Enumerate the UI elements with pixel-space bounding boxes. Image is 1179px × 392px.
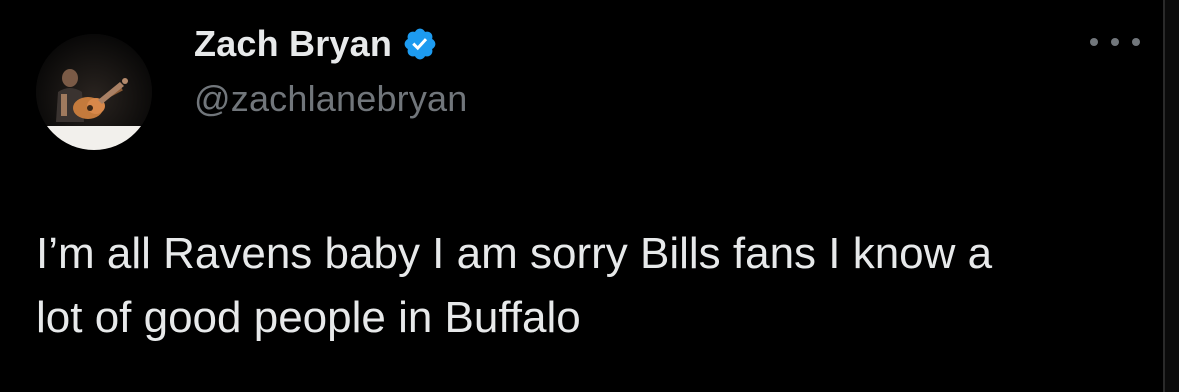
tweet-card: Zach Bryan @zachlanebryan I’m all Ravens…: [0, 0, 1163, 392]
right-edge-divider: [1163, 0, 1179, 392]
tweet-text: I’m all Ravens baby I am sorry Bills fan…: [36, 229, 993, 342]
author-handle[interactable]: @zachlanebryan: [194, 78, 468, 120]
avatar-photo-icon: [36, 34, 152, 150]
verified-badge-icon[interactable]: [402, 26, 438, 62]
more-dot: [1090, 38, 1098, 46]
more-options-icon[interactable]: [1090, 32, 1140, 52]
more-dot: [1132, 38, 1140, 46]
avatar[interactable]: [36, 34, 152, 150]
author-display-name[interactable]: Zach Bryan: [194, 23, 392, 65]
author-row: Zach Bryan: [194, 22, 438, 66]
more-dot: [1111, 38, 1119, 46]
